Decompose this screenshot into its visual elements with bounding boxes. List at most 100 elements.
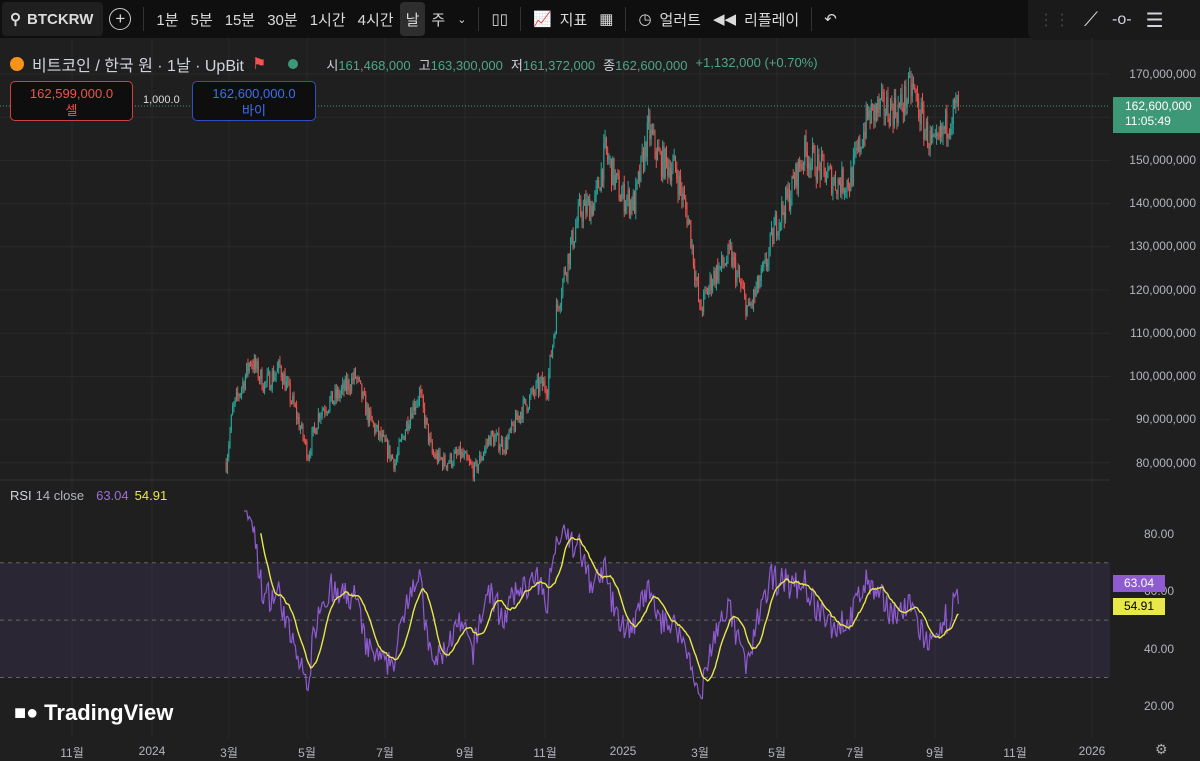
candle-body (289, 383, 291, 402)
candle-body (357, 377, 359, 379)
candle-body (692, 244, 694, 266)
candle-body (806, 151, 808, 169)
candle-body (800, 167, 802, 170)
candle-body (792, 175, 794, 179)
candle-body (642, 151, 644, 170)
candle-body (855, 147, 857, 152)
candle-body (290, 401, 292, 403)
candle-body (418, 389, 420, 402)
candle-body (299, 428, 301, 430)
candle-body (582, 205, 584, 222)
candle-body (504, 440, 506, 453)
candle-body (922, 102, 924, 110)
bar-countdown: 11:05:49 (1125, 114, 1171, 128)
candle-body (523, 398, 525, 400)
candle-body (335, 389, 337, 399)
candle-body (945, 111, 947, 130)
candle-body (608, 159, 610, 161)
candle-body (360, 380, 362, 384)
candle-body (530, 392, 532, 396)
price-label: 140,000,000 (1129, 196, 1196, 210)
candle-body (507, 437, 509, 449)
fib-lines-icon[interactable]: ☰ (1146, 8, 1164, 33)
candle-body (776, 214, 778, 236)
candle-body (640, 155, 642, 182)
candle-body (824, 167, 826, 183)
candle-body (310, 452, 312, 455)
candle-body (296, 406, 298, 419)
candle-body (522, 399, 524, 419)
flag-icon[interactable]: ⚑ (252, 54, 266, 74)
candle-body (314, 426, 316, 429)
candle-body (916, 93, 918, 100)
settings-gear-icon[interactable]: ⚙ (1155, 741, 1168, 758)
candle-body (860, 147, 862, 152)
candle-body (628, 189, 630, 215)
candle-body (470, 461, 472, 464)
time-label: 11월 (533, 746, 557, 760)
candle-body (456, 450, 458, 455)
horizontal-ray-icon[interactable]: -o- (1112, 11, 1132, 29)
candle-body (799, 159, 801, 168)
candle-body (804, 136, 806, 166)
candle-body (302, 424, 304, 438)
candle-body (298, 417, 300, 430)
candle-body (612, 158, 614, 186)
candle-body (532, 387, 534, 393)
candle-body (543, 380, 545, 387)
candle-body (742, 286, 744, 289)
candle-body (845, 191, 847, 193)
time-label: 9월 (926, 746, 944, 760)
candle-body (375, 427, 377, 433)
candle-body (497, 432, 499, 435)
buy-button[interactable]: 162,600,000.0 바이 (192, 81, 316, 121)
tv-logo-icon: ■● (14, 701, 39, 724)
candle-body (762, 267, 764, 269)
candle-body (354, 369, 356, 378)
candle-body (651, 129, 653, 134)
candle-body (811, 145, 813, 162)
candle-body (847, 180, 849, 189)
brand-name: TradingView (44, 700, 174, 725)
candle-body (444, 455, 446, 466)
candle-body (887, 97, 889, 119)
candle-body (474, 463, 476, 478)
sell-button[interactable]: 162,599,000.0 셀 (10, 81, 133, 121)
candle-body (667, 159, 669, 176)
candle-body (787, 188, 789, 199)
candle-body (251, 363, 253, 366)
candle-body (607, 151, 609, 160)
candle-body (466, 452, 468, 458)
time-label: 9월 (456, 746, 474, 760)
candle-body (662, 146, 664, 177)
candle-body (883, 92, 885, 116)
candle-body (618, 176, 620, 201)
candle-body (358, 377, 360, 381)
price-axis[interactable]: 170,000,000 150,000,000 140,000,000 130,… (1110, 38, 1200, 738)
last-price-tag: 162,600,000 11:05:49 (1113, 97, 1200, 133)
candle-body (826, 177, 828, 183)
chart-canvas[interactable] (0, 0, 1110, 738)
candle-body (503, 451, 505, 453)
time-axis[interactable]: 11월 2024 3월 5월 7월 9월 11월 2025 3월 5월 7월 9월 11월 2026 (0, 738, 1110, 760)
candle-body (786, 188, 788, 199)
candle-body (881, 91, 883, 99)
candle-body (527, 408, 529, 411)
candle-body (759, 280, 761, 289)
candle-body (453, 453, 455, 464)
candle-body (653, 130, 655, 134)
candle-body (785, 188, 787, 220)
candle-body (717, 265, 719, 281)
candle-body (783, 211, 785, 220)
candle-body (700, 302, 702, 311)
candle-body (258, 378, 260, 380)
candle-body (605, 137, 607, 152)
candle-body (305, 440, 307, 442)
candle-body (952, 100, 954, 125)
candle-body (818, 154, 820, 163)
candle-body (229, 430, 231, 446)
candle-body (890, 100, 892, 127)
candle-body (814, 149, 816, 176)
candle-body (846, 180, 848, 192)
candle-body (417, 401, 419, 403)
